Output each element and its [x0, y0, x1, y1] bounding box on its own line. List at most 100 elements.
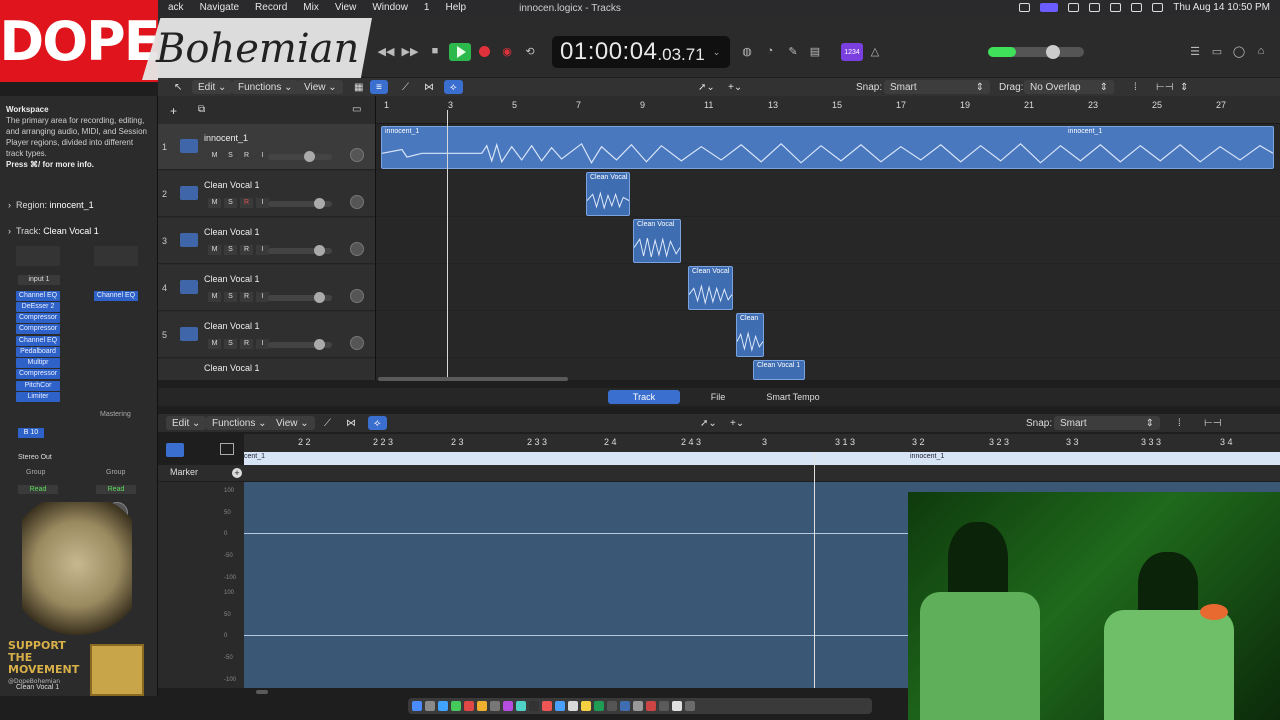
- tuner-icon[interactable]: ◍: [738, 44, 756, 58]
- automation-read-right[interactable]: Read: [96, 485, 136, 494]
- menu-record[interactable]: Record: [247, 2, 295, 13]
- app-icon[interactable]: [490, 701, 500, 711]
- automation-icon[interactable]: ⟋: [396, 80, 415, 94]
- plugin-slot[interactable]: Compressor: [16, 313, 60, 323]
- solo-button[interactable]: S: [224, 151, 237, 161]
- solo-button[interactable]: S: [224, 198, 237, 208]
- editor-snap-select[interactable]: Smart ⇕: [1054, 416, 1160, 430]
- track-name[interactable]: Clean Vocal 1: [204, 363, 260, 373]
- mute-button[interactable]: M: [208, 198, 221, 208]
- catch-icon[interactable]: ⟡: [368, 416, 387, 430]
- app-icon[interactable]: [659, 701, 669, 711]
- loop-browser-icon[interactable]: ◯: [1230, 44, 1248, 58]
- screen-share-icon[interactable]: [1040, 3, 1059, 12]
- region-disclosure[interactable]: › Region: innocent_1: [8, 200, 94, 210]
- functions-menu[interactable]: Functions ⌄: [232, 80, 299, 94]
- editor-view-menu[interactable]: View ⌄: [270, 416, 315, 430]
- automation-icon[interactable]: ⟋: [318, 416, 337, 430]
- track-name[interactable]: Clean Vocal 1: [204, 321, 260, 331]
- editor-playhead[interactable]: [814, 452, 815, 688]
- master-volume-slider[interactable]: [988, 45, 1084, 59]
- app-icon[interactable]: [646, 701, 656, 711]
- mute-button[interactable]: M: [208, 151, 221, 161]
- status-icon[interactable]: [1019, 3, 1031, 12]
- app-icon[interactable]: [555, 701, 565, 711]
- editor-edit-menu[interactable]: Edit ⌄: [166, 416, 207, 430]
- track-name[interactable]: Clean Vocal 1: [204, 274, 260, 284]
- flex-view-icon[interactable]: [220, 443, 234, 455]
- track-name[interactable]: Clean Vocal 1: [204, 180, 260, 190]
- waveform-zoom-icon[interactable]: ⁞: [1128, 80, 1143, 94]
- editor-scrollbar[interactable]: [256, 690, 268, 694]
- solo-button[interactable]: S: [224, 339, 237, 349]
- app-icon[interactable]: [594, 701, 604, 711]
- play-button[interactable]: [449, 43, 471, 61]
- app-icon[interactable]: [503, 701, 513, 711]
- add-track-icon[interactable]: +: [170, 104, 177, 118]
- global-tracks-icon[interactable]: ▭: [352, 104, 361, 115]
- mute-button[interactable]: M: [208, 245, 221, 255]
- record-enable-button[interactable]: R: [240, 292, 253, 302]
- tab-file[interactable]: File: [698, 390, 738, 404]
- plugin-slot[interactable]: Compressor: [16, 369, 60, 379]
- audio-region[interactable]: Clean Vocal 1: [753, 360, 805, 380]
- logic-icon[interactable]: [529, 701, 539, 711]
- track-lane[interactable]: [376, 312, 1280, 358]
- plugin-slot[interactable]: Limiter: [16, 392, 60, 402]
- marker-track[interactable]: Marker +: [158, 465, 1280, 481]
- forward-button[interactable]: ▶▶: [401, 44, 419, 58]
- browser-icon[interactable]: ⌂: [1252, 44, 1270, 58]
- playhead[interactable]: [447, 110, 448, 380]
- pointer-tool-icon[interactable]: ➚⌄: [692, 80, 721, 94]
- volume-knob[interactable]: [314, 292, 325, 303]
- control-center-icon[interactable]: [1152, 3, 1164, 12]
- track-lane[interactable]: [376, 218, 1280, 264]
- menubar-clock[interactable]: Thu Aug 14 10:50 PM: [1173, 2, 1270, 13]
- safari-icon[interactable]: [438, 701, 448, 711]
- volume-slider[interactable]: [268, 339, 332, 350]
- view-menu[interactable]: View ⌄: [298, 80, 343, 94]
- chevron-down-icon[interactable]: ⌄: [713, 47, 721, 58]
- track-name[interactable]: Clean Vocal 1: [204, 227, 260, 237]
- metronome-icon[interactable]: △: [866, 44, 884, 58]
- edit-menu[interactable]: Edit ⌄: [192, 80, 233, 94]
- app-icon[interactable]: [477, 701, 487, 711]
- snap-select[interactable]: Smart ⇕: [884, 80, 990, 94]
- record-enable-button[interactable]: R: [240, 198, 253, 208]
- flex-icon[interactable]: ⋈: [418, 80, 440, 94]
- play-status-icon[interactable]: [1068, 3, 1080, 12]
- app-icon[interactable]: [581, 701, 591, 711]
- track-row[interactable]: 1 innocent_1 MSRI: [158, 124, 375, 170]
- pointer-tool-icon[interactable]: ➚⌄: [694, 416, 723, 430]
- automation-read[interactable]: Read: [18, 485, 58, 494]
- pan-knob[interactable]: [350, 148, 364, 162]
- plugin-slot-right[interactable]: Channel EQ: [94, 291, 138, 301]
- track-row[interactable]: 5 Clean Vocal 1 MSRI: [158, 312, 375, 358]
- volume-slider[interactable]: [268, 245, 332, 256]
- volume-slider[interactable]: [268, 198, 332, 209]
- back-icon[interactable]: ↖: [168, 80, 188, 94]
- editor-region-bar[interactable]: cent_1 innocent_1: [244, 452, 1280, 465]
- duplicate-track-icon[interactable]: ⧉: [198, 104, 205, 115]
- menu-navigate[interactable]: Navigate: [192, 2, 247, 13]
- messages-icon[interactable]: [451, 701, 461, 711]
- plugin-slot[interactable]: DeEsser 2: [16, 302, 60, 312]
- pencil-tool-icon[interactable]: +⌄: [724, 416, 750, 430]
- app-icon[interactable]: [464, 701, 474, 711]
- volume-slider[interactable]: [268, 292, 332, 303]
- pan-knob[interactable]: [350, 289, 364, 303]
- record-enable-button[interactable]: R: [240, 151, 253, 161]
- app-icon[interactable]: [542, 701, 552, 711]
- app-icon[interactable]: [620, 701, 630, 711]
- audio-region[interactable]: Clean Vocal: [688, 266, 733, 310]
- mute-button[interactable]: M: [208, 339, 221, 349]
- pan-knob[interactable]: [350, 336, 364, 350]
- plugin-slot[interactable]: Pedalboard: [16, 347, 60, 357]
- track-row[interactable]: 4 Clean Vocal 1 MSRI: [158, 265, 375, 311]
- stop-button[interactable]: ■: [426, 44, 444, 58]
- launchpad-icon[interactable]: [425, 701, 435, 711]
- volume-knob[interactable]: [314, 339, 325, 350]
- search-icon[interactable]: [1131, 3, 1143, 12]
- bar-ruler[interactable]: 1 3 5 7 9 11 13 15 17 19 21 23 25 27: [376, 96, 1280, 124]
- count-in-button[interactable]: 1234: [841, 43, 863, 61]
